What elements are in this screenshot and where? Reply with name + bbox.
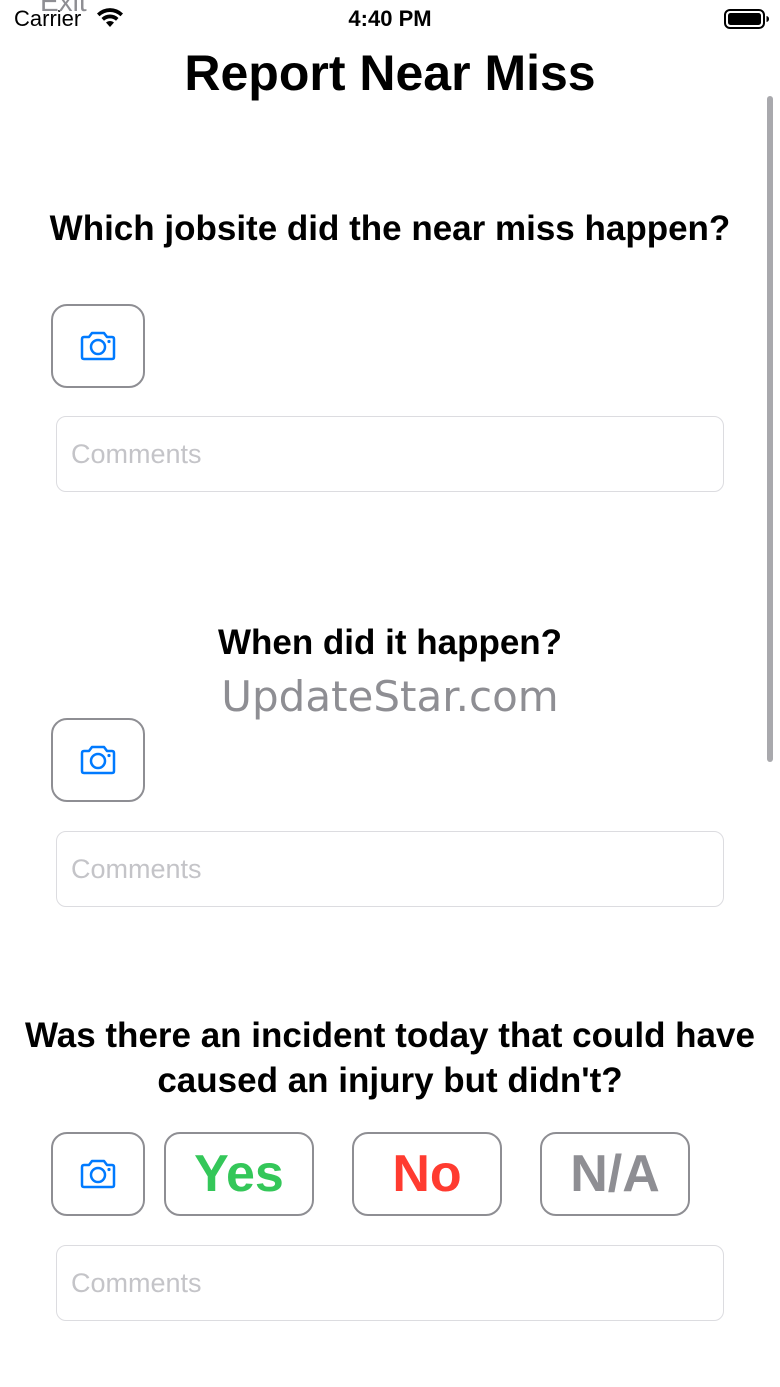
comments-input-when[interactable]	[56, 831, 724, 907]
yes-button[interactable]: Yes	[164, 1132, 314, 1216]
watermark: UpdateStar.com	[221, 672, 559, 721]
status-time: 4:40 PM	[348, 6, 432, 31]
question-when: When did it happen?	[217, 623, 563, 662]
comments-input-incident[interactable]	[56, 1245, 724, 1321]
page-title: Report Near Miss	[184, 45, 596, 101]
comments-input-jobsite[interactable]	[56, 416, 724, 492]
na-button[interactable]: N/A	[540, 1132, 690, 1216]
no-button[interactable]: No	[352, 1132, 502, 1216]
exit-button[interactable]: Exit	[40, 0, 87, 18]
status-bar: Carrier 4:40 PM	[0, 0, 780, 40]
camera-button-incident[interactable]	[51, 1132, 145, 1216]
camera-button-when[interactable]	[51, 718, 145, 802]
camera-button-jobsite[interactable]	[51, 304, 145, 388]
battery-icon	[724, 9, 769, 29]
camera-icon	[80, 1159, 116, 1189]
question-jobsite: Which jobsite did the near miss happen?	[49, 209, 731, 248]
scrollbar[interactable]	[767, 96, 773, 762]
camera-icon	[80, 745, 116, 775]
camera-icon	[80, 331, 116, 361]
question-incident: Was there an incident today that could h…	[25, 1016, 755, 1100]
